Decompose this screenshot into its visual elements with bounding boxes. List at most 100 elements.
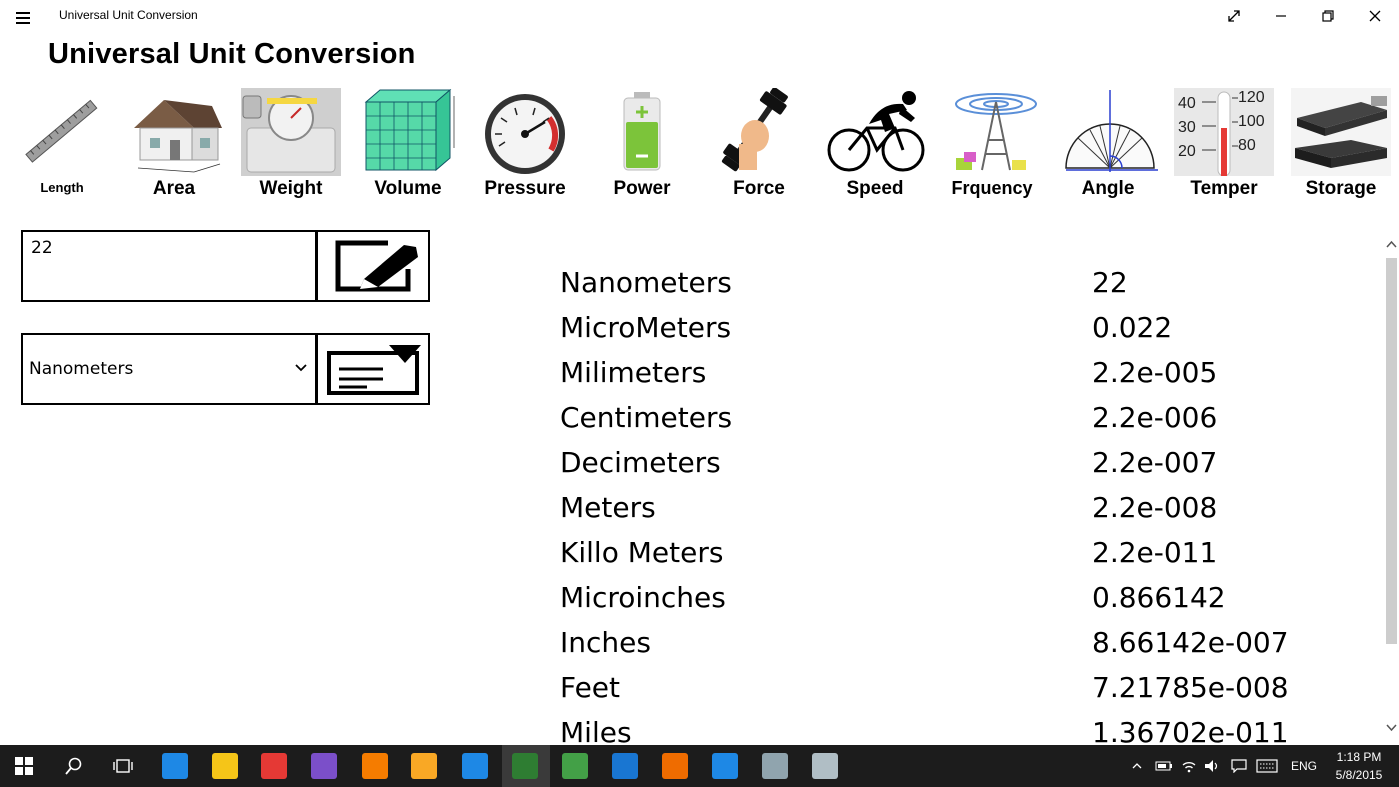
- category-power-button[interactable]: Power: [587, 88, 697, 200]
- result-unit: MicroMeters: [560, 311, 732, 344]
- category-volume-button[interactable]: Volume: [353, 88, 463, 200]
- fullscreen-button[interactable]: [1211, 0, 1257, 32]
- category-pressure-button[interactable]: Pressure: [470, 88, 580, 200]
- category-frequency-button[interactable]: Frquency: [937, 88, 1047, 200]
- result-unit: Meters: [560, 491, 656, 524]
- action-center-icon[interactable]: [1231, 759, 1247, 773]
- scale-icon: [241, 88, 341, 176]
- category-weight-button[interactable]: Weight: [236, 88, 346, 200]
- category-force-button[interactable]: Force: [704, 88, 814, 200]
- result-row: Milimeters 2.2e-005: [560, 352, 1380, 397]
- battery-icon: [623, 92, 661, 171]
- thermometer-icon: 40 30 20 120 100 80: [1174, 88, 1274, 176]
- image-viewer-icon[interactable]: [762, 753, 788, 779]
- restore-button[interactable]: [1305, 0, 1351, 32]
- clock-time[interactable]: 1:18 PM: [1336, 750, 1382, 764]
- result-value: 0.022: [1092, 311, 1173, 344]
- search-icon: [65, 757, 82, 775]
- paint-icon[interactable]: [812, 753, 838, 779]
- scroll-down-arrow-icon[interactable]: [1384, 720, 1399, 734]
- result-unit: Milimeters: [560, 356, 707, 389]
- category-label: Speed: [846, 178, 904, 199]
- category-angle-button[interactable]: Angle: [1053, 88, 1163, 200]
- restore-icon: [1322, 10, 1334, 22]
- battery-status-icon[interactable]: [1155, 760, 1173, 772]
- result-row: Centimeters 2.2e-006: [560, 397, 1380, 442]
- scroll-up-arrow-icon[interactable]: [1384, 238, 1399, 252]
- task-view-icon: [113, 759, 133, 773]
- category-storage-button[interactable]: Storage: [1286, 88, 1396, 200]
- svg-text:120: 120: [1238, 89, 1265, 106]
- category-speed-button[interactable]: Speed: [820, 88, 930, 200]
- minimize-icon: [1276, 15, 1286, 17]
- category-label: Volume: [374, 178, 442, 199]
- edit-pen-icon: [335, 240, 418, 292]
- internet-explorer-icon[interactable]: [162, 753, 188, 779]
- windows-logo-icon: [15, 757, 33, 775]
- store-icon[interactable]: [712, 753, 738, 779]
- category-area-button[interactable]: Area: [119, 88, 229, 200]
- category-label: Pressure: [484, 178, 566, 199]
- volume-icon[interactable]: [1204, 759, 1220, 773]
- start-button[interactable]: [0, 745, 48, 787]
- category-temperature-button[interactable]: 40 30 20 120 100 80 Temper: [1169, 88, 1279, 200]
- svg-text:80: 80: [1238, 137, 1256, 154]
- utorrent-icon[interactable]: [562, 753, 588, 779]
- result-row: Decimeters 2.2e-007: [560, 442, 1380, 487]
- result-row: Microinches 0.866142: [560, 577, 1380, 622]
- wifi-icon[interactable]: [1181, 759, 1197, 773]
- result-value: 8.66142e-007: [1092, 626, 1289, 659]
- result-value: 2.2e-006: [1092, 401, 1218, 434]
- cyclist-icon: [827, 91, 925, 172]
- result-value: 22: [1092, 266, 1128, 299]
- result-row: Miles 1.36702e-011: [560, 712, 1380, 745]
- show-hidden-icons-icon[interactable]: [1132, 762, 1142, 770]
- svg-text:20: 20: [1178, 143, 1196, 160]
- unit-select-value: Nanometers: [29, 359, 134, 379]
- result-value: 2.2e-011: [1092, 536, 1218, 569]
- usb-drive-icon: [1291, 88, 1391, 176]
- unit-list-button[interactable]: [316, 333, 430, 405]
- protractor-icon: [1065, 90, 1158, 172]
- result-unit: Feet: [560, 671, 621, 704]
- close-button[interactable]: [1352, 0, 1398, 32]
- result-row: Killo Meters 2.2e-011: [560, 532, 1380, 577]
- app-orange-icon[interactable]: [362, 753, 388, 779]
- language-indicator[interactable]: ENG: [1291, 759, 1317, 773]
- video-app-icon[interactable]: [411, 753, 437, 779]
- clock-date[interactable]: 5/8/2015: [1334, 768, 1384, 782]
- page-title: Universal Unit Conversion: [48, 38, 416, 70]
- category-label: Power: [613, 178, 671, 199]
- visual-studio-icon[interactable]: [311, 753, 337, 779]
- convert-edit-button[interactable]: [316, 230, 430, 302]
- search-button[interactable]: [50, 745, 98, 787]
- task-view-button[interactable]: [99, 745, 147, 787]
- result-value: 2.2e-005: [1092, 356, 1218, 389]
- result-value: 2.2e-008: [1092, 491, 1218, 524]
- hamburger-menu-icon[interactable]: [10, 6, 36, 26]
- results-list: Nanometers 22 MicroMeters 0.022 Milimeters 2.…: [560, 262, 1380, 745]
- cube-icon: [364, 88, 455, 172]
- file-explorer-icon[interactable]: [212, 753, 238, 779]
- scroll-thumb[interactable]: [1386, 258, 1397, 644]
- minimize-button[interactable]: [1258, 0, 1304, 32]
- firefox-icon[interactable]: [662, 753, 688, 779]
- category-label: Storage: [1305, 178, 1377, 199]
- value-input[interactable]: 22: [21, 230, 317, 302]
- unit-conversion-app-icon[interactable]: [512, 753, 538, 779]
- chevron-down-icon: [295, 364, 307, 372]
- category-length-button[interactable]: Length: [7, 88, 117, 200]
- result-unit: Centimeters: [560, 401, 733, 434]
- expand-icon: [1228, 10, 1240, 22]
- music-app-icon[interactable]: [462, 753, 488, 779]
- result-unit: Miles: [560, 716, 632, 745]
- chrome-icon[interactable]: [261, 753, 287, 779]
- result-row: Feet 7.21785e-008: [560, 667, 1380, 712]
- result-unit: Nanometers: [560, 266, 732, 299]
- unit-select[interactable]: Nanometers: [21, 333, 317, 405]
- result-row: Inches 8.66142e-007: [560, 622, 1380, 667]
- result-unit: Microinches: [560, 581, 726, 614]
- mail-icon[interactable]: [612, 753, 638, 779]
- keyboard-icon[interactable]: [1256, 759, 1278, 773]
- results-scrollbar[interactable]: [1384, 232, 1399, 742]
